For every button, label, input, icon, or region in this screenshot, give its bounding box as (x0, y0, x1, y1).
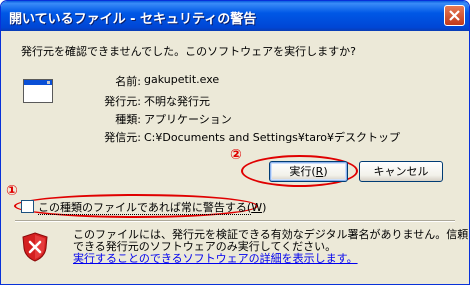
annotation-marker-1: ① (6, 183, 18, 199)
run-button-label: 実行( (289, 165, 316, 178)
always-warn-text: この種類のファイルであれば常に警告する( (38, 201, 252, 215)
run-button-suffix: ) (323, 165, 328, 178)
close-icon (449, 10, 460, 21)
cancel-button[interactable]: キャンセル (359, 161, 443, 182)
run-button[interactable]: 実行(R) (269, 161, 348, 182)
always-warn-checkbox[interactable] (21, 200, 34, 213)
type-label: 種類: (115, 113, 141, 126)
annotation-marker-2: ② (230, 147, 242, 163)
type-value: アプリケーション (144, 113, 232, 126)
always-warn-suffix: ) (262, 201, 267, 214)
always-warn-label[interactable]: この種類のファイルであれば常に警告する(W) (38, 199, 266, 215)
source-value: C:¥Documents and Settings¥taro¥デスクトップ (144, 131, 400, 144)
divider-highlight (15, 221, 455, 222)
question-text: 発行元を確認できませんでした。このソフトウェアを実行しますか? (21, 45, 356, 58)
close-button[interactable] (444, 5, 465, 26)
publisher-value: 不明な発行元 (144, 95, 210, 108)
security-warning-dialog: 開いているファイル - セキュリティの警告 発行元を確認できませんでした。このソ… (0, 0, 470, 285)
name-value: gakupetit.exe (144, 73, 220, 86)
always-warn-accesskey: W (251, 201, 263, 214)
publisher-label: 発行元: (104, 95, 141, 108)
security-shield-icon (22, 232, 48, 262)
details-link[interactable]: 実行することのできるソフトウェアの詳細を表示します。 (73, 252, 358, 265)
warning-message: このファイルには、発行元を検証できる有効なデジタル署名がありません。信頼 できる… (73, 229, 468, 265)
title-bar[interactable]: 開いているファイル - セキュリティの警告 (1, 1, 469, 31)
window-title: 開いているファイル - セキュリティの警告 (9, 12, 257, 27)
source-label: 発信元: (104, 131, 141, 144)
name-label: 名前: (115, 75, 141, 88)
